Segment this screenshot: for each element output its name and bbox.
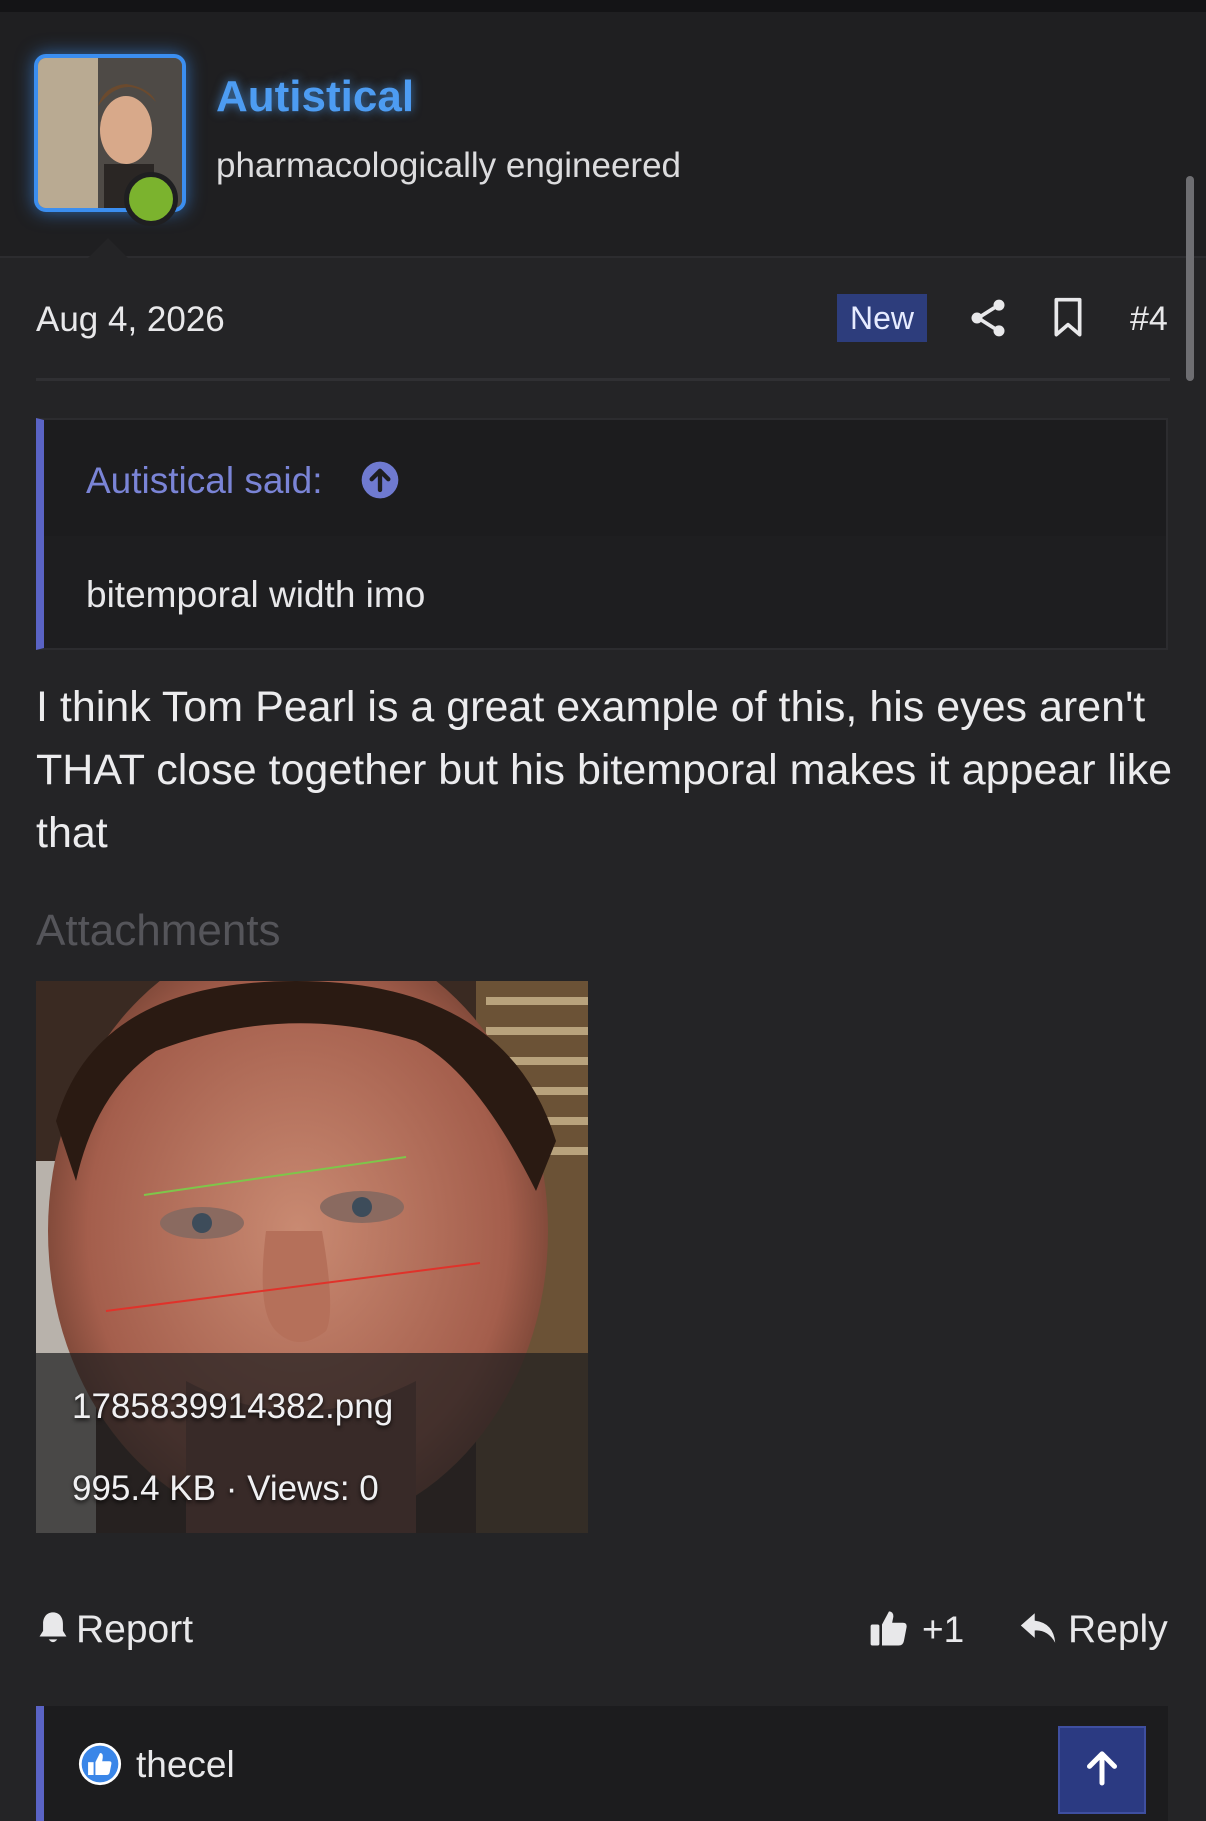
post-date[interactable]: Aug 4, 2026 <box>36 300 225 340</box>
quote-block: Autistical said: bitemporal width imo <box>36 418 1168 650</box>
attachment-thumbnail[interactable]: 1785839914382.png 995.4 KB · Views: 0 <box>36 981 588 1533</box>
scrollbar-thumb[interactable] <box>1186 176 1194 381</box>
like-button[interactable]: +1 <box>868 1600 964 1660</box>
new-badge: New <box>837 294 927 342</box>
arrow-up-icon <box>1082 1748 1122 1793</box>
post-number-link[interactable]: #4 <box>1130 300 1168 339</box>
meta-divider <box>36 378 1170 381</box>
bell-icon <box>36 1609 70 1652</box>
author-title: pharmacologically engineered <box>216 146 682 185</box>
header-caret <box>78 238 138 268</box>
share-icon[interactable] <box>966 296 1010 345</box>
reaction-user[interactable]: thecel <box>136 1744 235 1786</box>
attachment-filename[interactable]: 1785839914382.png <box>72 1387 393 1427</box>
like-reaction-icon <box>78 1742 122 1791</box>
reply-button[interactable]: Reply <box>1018 1600 1168 1660</box>
post-author-header: Autistical pharmacologically engineered <box>0 12 1206 268</box>
author-username[interactable]: Autistical <box>216 72 414 122</box>
quote-body: bitemporal width imo <box>86 574 426 615</box>
online-status-indicator <box>124 172 178 226</box>
top-bar <box>0 0 1206 12</box>
attachments-heading: Attachments <box>36 906 281 955</box>
reply-arrow-icon <box>1018 1610 1058 1651</box>
arrow-up-circle-icon[interactable] <box>360 460 400 505</box>
quote-author[interactable]: Autistical said: <box>86 460 323 502</box>
bookmark-icon[interactable] <box>1048 296 1088 345</box>
report-button[interactable]: Report <box>36 1600 193 1660</box>
scroll-top-button[interactable] <box>1058 1726 1146 1814</box>
like-count: +1 <box>922 1609 965 1650</box>
report-label: Report <box>76 1608 194 1651</box>
attachment-meta: 995.4 KB · Views: 0 <box>72 1469 379 1508</box>
thumbs-up-icon <box>868 1607 910 1654</box>
post-meta-row: Aug 4, 2026 New #4 <box>36 292 1170 348</box>
reply-label: Reply <box>1068 1608 1168 1651</box>
reactions-bar[interactable]: thecel <box>36 1706 1168 1821</box>
post-actions: Report +1 Reply <box>36 1600 1170 1660</box>
post-message: I think Tom Pearl is a great example of … <box>36 683 1173 857</box>
